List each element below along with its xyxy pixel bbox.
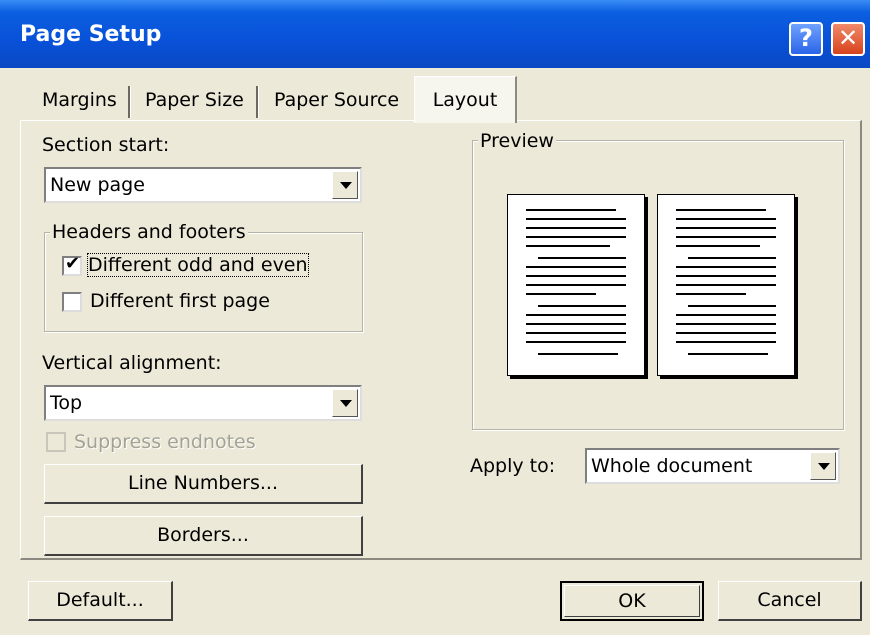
line-numbers-button[interactable]: Line Numbers...	[44, 464, 363, 504]
tab-separator	[256, 86, 258, 118]
tab-margins-label: Margins	[42, 89, 117, 111]
different-odd-even-checkbox[interactable]: ✔	[62, 253, 82, 276]
headers-footers-group	[44, 232, 363, 332]
tab-layout[interactable]: Layout	[414, 76, 517, 123]
apply-to-value: Whole document	[591, 455, 753, 477]
vertical-alignment-value: Top	[50, 392, 83, 414]
tab-layout-label: Layout	[432, 89, 498, 111]
suppress-endnotes-label: Suppress endnotes	[74, 431, 256, 453]
chevron-down-icon[interactable]	[332, 171, 358, 199]
tab-separator	[128, 86, 130, 118]
section-start-value: New page	[50, 174, 145, 196]
chevron-down-icon[interactable]	[810, 452, 836, 480]
ok-button-label: OK	[618, 590, 646, 612]
suppress-endnotes-checkbox[interactable]	[46, 432, 66, 452]
section-start-label: Section start:	[42, 134, 170, 156]
tab-margins[interactable]: Margins	[38, 80, 121, 120]
window-title: Page Setup	[20, 22, 162, 47]
help-button[interactable]: ?	[789, 22, 823, 56]
different-first-page-checkbox[interactable]	[62, 292, 82, 312]
different-first-page-label[interactable]: Different first page	[90, 290, 270, 312]
tab-paper-source-label: Paper Source	[274, 89, 400, 111]
tab-paper-size[interactable]: Paper Size	[141, 80, 248, 120]
tab-paper-size-label: Paper Size	[145, 89, 244, 111]
cancel-button[interactable]: Cancel	[718, 581, 862, 621]
title-bar: Page Setup ? ✕	[0, 0, 870, 68]
close-button[interactable]: ✕	[831, 22, 865, 56]
ok-button[interactable]: OK	[560, 581, 704, 621]
vertical-alignment-label: Vertical alignment:	[42, 352, 222, 374]
different-odd-even-label[interactable]: Different odd and even	[87, 253, 309, 277]
vertical-alignment-select[interactable]: Top	[44, 385, 362, 421]
section-start-select[interactable]: New page	[44, 167, 362, 203]
preview-page-left	[507, 194, 645, 376]
borders-button[interactable]: Borders...	[44, 516, 363, 556]
preview-group	[472, 140, 844, 430]
chevron-down-icon[interactable]	[332, 389, 358, 417]
apply-to-select[interactable]: Whole document	[585, 448, 840, 484]
preview-title: Preview	[478, 130, 556, 152]
preview-page-right	[657, 194, 795, 376]
default-button[interactable]: Default...	[28, 581, 173, 621]
headers-footers-title: Headers and footers	[50, 221, 248, 243]
apply-to-label: Apply to:	[470, 455, 556, 477]
tab-paper-source[interactable]: Paper Source	[270, 80, 403, 120]
check-icon: ✔	[65, 253, 81, 274]
